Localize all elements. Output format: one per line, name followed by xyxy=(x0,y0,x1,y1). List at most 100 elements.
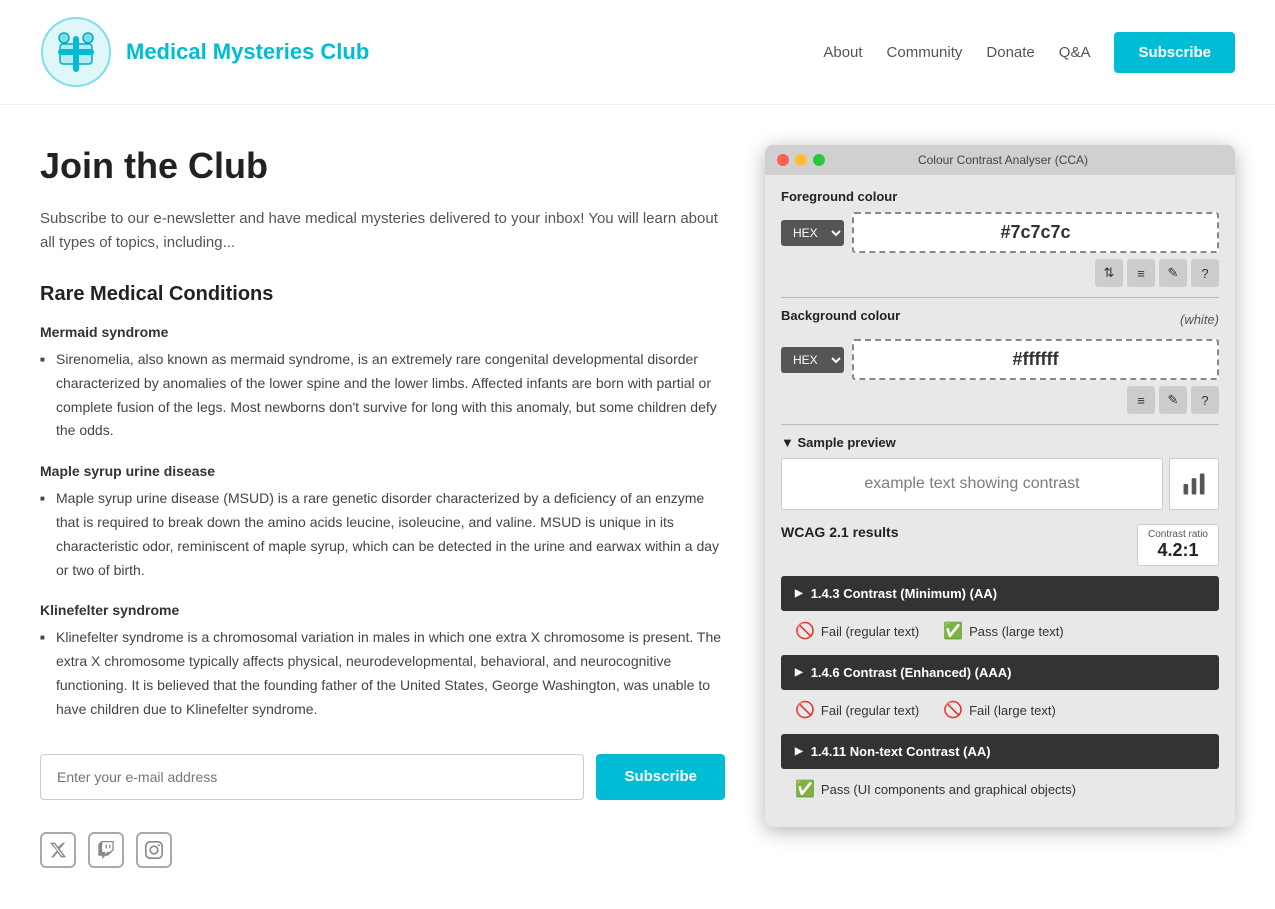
criterion-1-4-6-results: 🚫 Fail (regular text) 🚫 Fail (large text… xyxy=(781,692,1219,728)
fg-value-input[interactable] xyxy=(852,212,1219,253)
fail-icon-2: 🚫 xyxy=(943,700,963,720)
condition-klinefelter: Klinefelter syndrome Klinefelter syndrom… xyxy=(40,602,725,721)
bg-icon-row: ≡ ✎ ? xyxy=(781,386,1219,414)
fg-input-row: HEX RGB HSL xyxy=(781,212,1219,253)
criterion-arrow-1: ▶ xyxy=(795,588,803,599)
bg-label-row: Background colour (white) xyxy=(781,308,1219,331)
criterion-1-4-6[interactable]: ▶ 1.4.6 Contrast (Enhanced) (AAA) xyxy=(781,655,1219,690)
main-content: Join the Club Subscribe to our e-newslet… xyxy=(0,105,1275,908)
close-dot[interactable] xyxy=(777,154,789,166)
condition-msud-desc: Maple syrup urine disease (MSUD) is a ra… xyxy=(40,487,725,582)
criterion-1-4-11-result-0: ✅ Pass (UI components and graphical obje… xyxy=(795,779,1076,799)
logo-area: Medical Mysteries Club xyxy=(40,16,369,88)
header: Medical Mysteries Club About Community D… xyxy=(0,0,1275,105)
criterion-1-4-6-result-0-text: Fail (regular text) xyxy=(821,703,919,718)
bg-eyedropper-btn[interactable]: ✎ xyxy=(1159,386,1187,414)
wcag-title: WCAG 2.1 results xyxy=(781,524,898,540)
criterion-1-4-3-result-0: 🚫 Fail (regular text) xyxy=(795,621,919,641)
fg-icon-row: ⇅ ≡ ✎ ? xyxy=(781,259,1219,287)
criterion-1-4-6-label: 1.4.6 Contrast (Enhanced) (AAA) xyxy=(811,665,1012,680)
condition-msud-title: Maple syrup urine disease xyxy=(40,463,725,479)
pass-icon-1: ✅ xyxy=(795,779,815,799)
criterion-arrow-2: ▶ xyxy=(795,667,803,678)
email-input[interactable] xyxy=(40,754,584,800)
cca-body: Foreground colour HEX RGB HSL ⇅ ≡ ✎ ? Ba… xyxy=(765,175,1235,827)
condition-mermaid-title: Mermaid syndrome xyxy=(40,324,725,340)
nav-qa[interactable]: Q&A xyxy=(1059,44,1091,61)
nav-donate[interactable]: Donate xyxy=(986,44,1034,61)
twitter-icon[interactable] xyxy=(40,832,76,868)
logo-icon xyxy=(40,16,112,88)
condition-msud: Maple syrup urine disease Maple syrup ur… xyxy=(40,463,725,582)
header-subscribe-button[interactable]: Subscribe xyxy=(1114,32,1235,73)
subscribe-area: Subscribe xyxy=(40,754,725,800)
criterion-1-4-3-results: 🚫 Fail (regular text) ✅ Pass (large text… xyxy=(781,613,1219,649)
main-nav: About Community Donate Q&A Subscribe xyxy=(823,32,1235,73)
instagram-icon[interactable] xyxy=(136,832,172,868)
section-title: Rare Medical Conditions xyxy=(40,283,725,306)
criterion-arrow-3: ▶ xyxy=(795,746,803,757)
intro-text: Subscribe to our e-newsletter and have m… xyxy=(40,207,725,255)
condition-mermaid-list: Sirenomelia, also known as mermaid syndr… xyxy=(40,348,725,443)
fg-format-select[interactable]: HEX RGB HSL xyxy=(781,220,844,246)
condition-msud-list: Maple syrup urine disease (MSUD) is a ra… xyxy=(40,487,725,582)
condition-mermaid: Mermaid syndrome Sirenomelia, also known… xyxy=(40,324,725,443)
criterion-1-4-11-label: 1.4.11 Non-text Contrast (AA) xyxy=(811,744,991,759)
fail-icon-0: 🚫 xyxy=(795,621,815,641)
sample-text: example text showing contrast xyxy=(864,475,1079,493)
criterion-1-4-11-result-0-text: Pass (UI components and graphical object… xyxy=(821,782,1076,797)
cca-window-controls xyxy=(777,154,825,166)
condition-klinefelter-title: Klinefelter syndrome xyxy=(40,602,725,618)
fail-icon-1: 🚫 xyxy=(795,700,815,720)
criterion-1-4-6-result-0: 🚫 Fail (regular text) xyxy=(795,700,919,720)
criterion-1-4-11[interactable]: ▶ 1.4.11 Non-text Contrast (AA) xyxy=(781,734,1219,769)
criterion-1-4-6-result-1: 🚫 Fail (large text) xyxy=(943,700,1056,720)
divider-1 xyxy=(781,297,1219,298)
cca-window: Colour Contrast Analyser (CCA) Foregroun… xyxy=(765,145,1235,827)
fg-eyedropper-btn[interactable]: ✎ xyxy=(1159,259,1187,287)
pass-icon-0: ✅ xyxy=(943,621,963,641)
bg-format-select[interactable]: HEX RGB HSL xyxy=(781,347,844,373)
criterion-1-4-11-results: ✅ Pass (UI components and graphical obje… xyxy=(781,771,1219,807)
criterion-1-4-3-label: 1.4.3 Contrast (Minimum) (AA) xyxy=(811,586,997,601)
left-content: Join the Club Subscribe to our e-newslet… xyxy=(40,145,725,868)
condition-klinefelter-desc: Klinefelter syndrome is a chromosomal va… xyxy=(40,626,725,721)
social-icons xyxy=(40,832,725,868)
criterion-1-4-6-result-1-text: Fail (large text) xyxy=(969,703,1056,718)
sample-text-box: example text showing contrast xyxy=(781,458,1163,510)
contrast-ratio-box: Contrast ratio 4.2:1 xyxy=(1137,524,1219,566)
criterion-1-4-3-result-1: ✅ Pass (large text) xyxy=(943,621,1064,641)
criterion-1-4-3[interactable]: ▶ 1.4.3 Contrast (Minimum) (AA) xyxy=(781,576,1219,611)
sample-chart-button[interactable] xyxy=(1169,458,1219,510)
criterion-1-4-3-result-1-text: Pass (large text) xyxy=(969,624,1064,639)
twitch-icon[interactable] xyxy=(88,832,124,868)
bg-value-input[interactable] xyxy=(852,339,1219,380)
divider-2 xyxy=(781,424,1219,425)
contrast-ratio-value: 4.2:1 xyxy=(1148,540,1208,561)
bg-help-btn[interactable]: ? xyxy=(1191,386,1219,414)
maximize-dot[interactable] xyxy=(813,154,825,166)
bg-white-label: (white) xyxy=(1180,312,1219,327)
sample-preview-row: example text showing contrast xyxy=(781,458,1219,510)
fg-sliders-btn[interactable]: ≡ xyxy=(1127,259,1155,287)
fg-help-btn[interactable]: ? xyxy=(1191,259,1219,287)
cca-titlebar: Colour Contrast Analyser (CCA) xyxy=(765,145,1235,175)
bg-sliders-btn[interactable]: ≡ xyxy=(1127,386,1155,414)
wcag-header: WCAG 2.1 results Contrast ratio 4.2:1 xyxy=(781,524,1219,566)
subscribe-button[interactable]: Subscribe xyxy=(596,754,725,800)
bg-input-row: HEX RGB HSL xyxy=(781,339,1219,380)
nav-about[interactable]: About xyxy=(823,44,862,61)
cca-title: Colour Contrast Analyser (CCA) xyxy=(833,153,1173,167)
page-title: Join the Club xyxy=(40,145,725,187)
condition-klinefelter-list: Klinefelter syndrome is a chromosomal va… xyxy=(40,626,725,721)
nav-community[interactable]: Community xyxy=(887,44,963,61)
condition-mermaid-desc: Sirenomelia, also known as mermaid syndr… xyxy=(40,348,725,443)
sample-preview-title: ▼ Sample preview xyxy=(781,435,1219,450)
bg-label: Background colour xyxy=(781,308,900,323)
minimize-dot[interactable] xyxy=(795,154,807,166)
site-title: Medical Mysteries Club xyxy=(126,39,369,65)
fg-transfer-btn[interactable]: ⇅ xyxy=(1095,259,1123,287)
contrast-ratio-label: Contrast ratio xyxy=(1148,529,1208,540)
fg-label: Foreground colour xyxy=(781,189,1219,204)
criterion-1-4-3-result-0-text: Fail (regular text) xyxy=(821,624,919,639)
